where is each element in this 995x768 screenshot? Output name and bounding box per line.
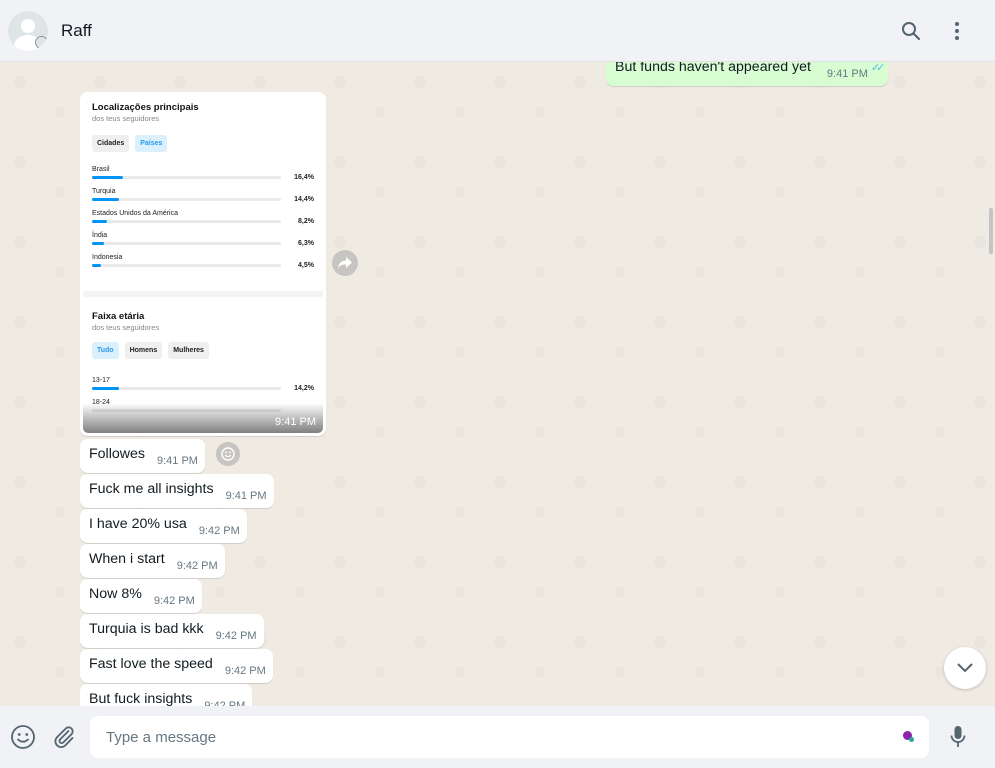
stat-label: Índia: [92, 232, 108, 239]
emoji-reaction-icon[interactable]: [216, 442, 240, 466]
incoming-message[interactable]: Fast love the speed 9:42 PM: [80, 649, 273, 683]
message-text: But funds haven't appeared yet: [615, 62, 811, 75]
search-icon[interactable]: [899, 19, 923, 43]
default-avatar-icon[interactable]: [8, 10, 48, 51]
stat-percent: 16,4%: [294, 174, 314, 181]
chat-header: Raff: [0, 0, 995, 62]
message-time: 9:42 PM: [198, 525, 240, 537]
filter-chip: Países: [135, 135, 168, 152]
stat-percent: 14,4%: [294, 196, 314, 203]
stat-bar-fill: [92, 176, 123, 179]
forward-icon[interactable]: [332, 250, 358, 276]
stat-label: Indonesia: [92, 254, 123, 261]
stat-label: Brasil: [92, 166, 110, 173]
message-input[interactable]: [106, 728, 913, 746]
composer-bar: [0, 706, 995, 768]
message-time: 9:41 PM: [225, 490, 267, 502]
message-text: Fuck me all insights: [89, 481, 214, 497]
stat-bar-fill: [92, 220, 108, 223]
scrollbar-thumb[interactable]: [989, 208, 993, 254]
message-time: 9:42 PM: [224, 665, 266, 677]
contact-name[interactable]: Raff: [61, 21, 92, 41]
locations-title: Localizações principais: [92, 102, 199, 113]
stat-bar-fill: [92, 264, 101, 267]
stat-bar-track: [92, 387, 281, 390]
filter-chip: Tudo: [92, 342, 119, 359]
stat-row: 13-17 14,2%: [92, 377, 314, 392]
incoming-message[interactable]: When i start 9:42 PM: [80, 544, 225, 578]
stat-percent: 14,2%: [294, 385, 314, 392]
locations-card: Localizações principais dos teus seguido…: [83, 95, 323, 269]
age-card: Faixa etária dos teus seguidores Tudo Hom…: [83, 297, 323, 412]
stat-bar-track: [92, 264, 281, 267]
message-time: 9:42 PM: [153, 595, 195, 607]
message-text: Now 8%: [89, 586, 142, 602]
image-time: 9:41 PM: [275, 416, 316, 428]
filter-chip: Homens: [124, 342, 163, 359]
incoming-message[interactable]: Followes 9:41 PM: [80, 439, 205, 473]
stat-percent: 6,3%: [298, 240, 314, 247]
image-message[interactable]: Localizações principais dos teus seguido…: [80, 92, 326, 436]
message-time: 9:41 PM: [826, 68, 868, 80]
message-time: 9:41 PM: [156, 455, 198, 467]
stat-row: Brasil 16,4%: [92, 166, 314, 181]
locations-subtitle: dos teus seguidores: [92, 114, 160, 123]
stat-row: Indonesia 4,5%: [92, 254, 314, 269]
message-text: Turquia is bad kkk: [89, 621, 204, 637]
message-text: Followes: [89, 446, 145, 462]
stat-label: Estados Unidos da América: [92, 210, 178, 217]
filter-chip: Cidades: [92, 135, 130, 152]
stat-bar-fill: [92, 387, 119, 390]
filter-chip: Mulheres: [168, 342, 209, 359]
incoming-message[interactable]: I have 20% usa 9:42 PM: [80, 509, 247, 543]
stat-row: Turquia 14,4%: [92, 188, 314, 203]
stat-bar-fill: [92, 242, 104, 245]
stat-label: 13-17: [92, 377, 110, 384]
age-title: Faixa etária: [92, 311, 145, 322]
outgoing-message[interactable]: But funds haven't appeared yet 9:41 PM ✓✓: [606, 62, 889, 86]
age-subtitle: dos teus seguidores: [92, 323, 160, 332]
message-text: When i start: [89, 551, 165, 567]
stat-percent: 8,2%: [298, 218, 314, 225]
message-input-wrapper[interactable]: [90, 716, 929, 758]
scroll-down-button[interactable]: [944, 647, 986, 689]
stat-row: Índia 6,3%: [92, 232, 314, 247]
message-text: I have 20% usa: [89, 516, 187, 532]
stat-label: Turquia: [92, 188, 116, 195]
message-time: 9:42 PM: [176, 560, 218, 572]
message-text: But fuck insights: [89, 691, 193, 706]
mic-icon[interactable]: [947, 724, 969, 750]
attach-icon[interactable]: [52, 724, 76, 750]
stat-bar-track: [92, 176, 281, 179]
stat-row: Estados Unidos da América 8,2%: [92, 210, 314, 225]
incoming-message[interactable]: Fuck me all insights 9:41 PM: [80, 474, 274, 508]
stat-bar-track: [92, 220, 281, 223]
stat-percent: 4,5%: [298, 262, 314, 269]
incoming-message[interactable]: Now 8% 9:42 PM: [80, 579, 202, 613]
emoji-icon[interactable]: [10, 724, 36, 750]
chat-area[interactable]: But funds haven't appeared yet 9:41 PM ✓✓…: [0, 62, 995, 706]
menu-icon[interactable]: [945, 19, 969, 43]
stat-bar-track: [92, 242, 281, 245]
message-text: Fast love the speed: [89, 656, 213, 672]
stat-bar-track: [92, 198, 281, 201]
incoming-message[interactable]: But fuck insights 9:42 PM: [80, 684, 253, 706]
incoming-message[interactable]: Turquia is bad kkk 9:42 PM: [80, 614, 264, 648]
read-receipt-icon: ✓✓: [870, 62, 886, 74]
insights-screenshot[interactable]: Localizações principais dos teus seguido…: [83, 95, 323, 433]
message-time: 9:42 PM: [215, 630, 257, 642]
stat-bar-fill: [92, 198, 120, 201]
extension-icon[interactable]: [903, 731, 914, 742]
